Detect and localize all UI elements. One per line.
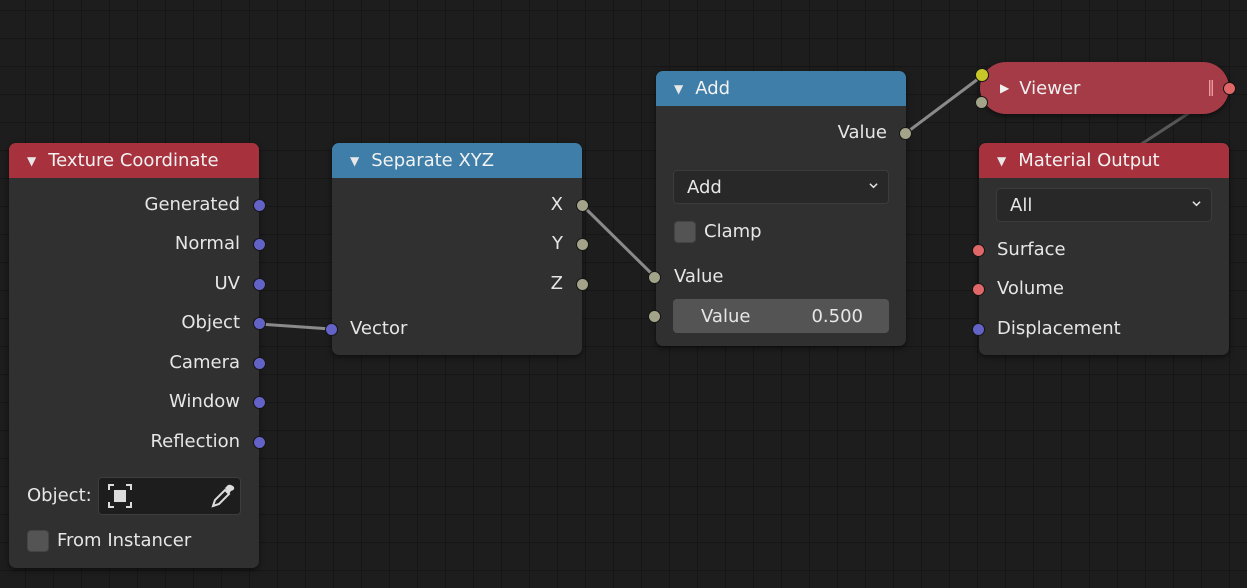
input-label-vector: Vector	[350, 318, 408, 339]
socket-uv[interactable]	[253, 278, 266, 291]
output-label-camera: Camera	[169, 352, 240, 373]
output-label-value: Value	[837, 122, 887, 143]
node-title: Material Output	[1018, 150, 1160, 171]
material-output-node[interactable]: ▼ Material Output All Surface Volume Dis…	[979, 143, 1229, 355]
collapse-triangle-icon[interactable]: ▼	[997, 154, 1006, 168]
output-label-z: Z	[550, 273, 563, 294]
object-field-label: Object:	[27, 485, 92, 506]
operation-dropdown[interactable]: Add	[673, 170, 889, 204]
socket-displacement[interactable]	[972, 323, 985, 336]
input-label-value: Value	[674, 266, 724, 287]
separate-xyz-header[interactable]: ▼ Separate XYZ	[332, 143, 582, 178]
socket-y[interactable]	[576, 238, 589, 251]
from-instancer-checkbox[interactable]	[27, 530, 49, 552]
output-label-uv: UV	[214, 273, 241, 294]
output-label-generated: Generated	[144, 194, 241, 215]
node-title: Viewer	[1019, 77, 1081, 99]
socket-x[interactable]	[576, 199, 589, 212]
collapse-triangle-icon[interactable]: ▼	[27, 154, 36, 168]
socket-object[interactable]	[253, 317, 266, 330]
output-label-object: Object	[181, 312, 240, 333]
add-math-node[interactable]: ▼ Add Value Add Clamp Value Value 0.500	[656, 71, 906, 346]
wire-value-to-viewer	[905, 74, 983, 135]
object-select-icon	[108, 484, 132, 508]
value-number-field[interactable]: Value 0.500	[673, 299, 889, 333]
input-label-displacement: Displacement	[997, 318, 1121, 339]
socket-viewer-output[interactable]	[1223, 82, 1236, 95]
socket-volume[interactable]	[972, 283, 985, 296]
output-label-x: X	[550, 194, 563, 215]
socket-surface[interactable]	[972, 244, 985, 257]
clamp-checkbox[interactable]	[674, 221, 696, 243]
node-title: Separate XYZ	[371, 150, 495, 171]
target-dropdown[interactable]: All	[996, 188, 1212, 222]
node-title: Texture Coordinate	[48, 150, 219, 171]
socket-add-input-value-1[interactable]	[648, 271, 661, 284]
socket-viewer-input-1[interactable]	[975, 68, 989, 82]
socket-z[interactable]	[576, 278, 589, 291]
collapse-triangle-icon[interactable]: ▼	[674, 82, 683, 96]
socket-generated[interactable]	[253, 199, 266, 212]
output-label-window: Window	[169, 391, 240, 412]
node-title: Add	[695, 78, 731, 99]
socket-add-input-value-2[interactable]	[648, 310, 661, 323]
wire-object-to-vector	[258, 322, 332, 331]
texture-coordinate-node[interactable]: ▼ Texture Coordinate Generated Normal UV…	[9, 143, 259, 568]
output-label-reflection: Reflection	[150, 431, 240, 452]
add-header[interactable]: ▼ Add	[656, 71, 906, 106]
chevron-down-icon	[869, 183, 878, 189]
viewer-node[interactable]: ▶ Viewer ‖	[980, 62, 1229, 114]
socket-normal[interactable]	[253, 238, 266, 251]
socket-vector-input[interactable]	[325, 323, 338, 336]
target-value: All	[1010, 194, 1033, 216]
socket-add-output-value[interactable]	[899, 127, 912, 140]
collapse-triangle-icon[interactable]: ▼	[350, 154, 359, 168]
value-field-number: 0.500	[811, 305, 863, 327]
chevron-down-icon	[1192, 201, 1201, 207]
reroute-handle-icon: ‖	[1207, 77, 1215, 96]
separate-xyz-node[interactable]: ▼ Separate XYZ X Y Z Vector	[332, 143, 582, 355]
object-picker-field[interactable]	[98, 477, 241, 515]
output-label-normal: Normal	[174, 233, 240, 254]
value-field-label: Value	[701, 305, 751, 327]
socket-window[interactable]	[253, 396, 266, 409]
expand-triangle-icon[interactable]: ▶	[1000, 81, 1009, 95]
socket-reflection[interactable]	[253, 436, 266, 449]
texture-coordinate-header[interactable]: ▼ Texture Coordinate	[9, 143, 259, 178]
wire-x-to-value	[580, 203, 657, 279]
input-label-surface: Surface	[997, 239, 1066, 260]
clamp-label: Clamp	[704, 221, 762, 242]
socket-viewer-input-2[interactable]	[975, 96, 988, 109]
eyedropper-icon[interactable]	[210, 483, 236, 509]
input-label-volume: Volume	[997, 278, 1064, 299]
operation-value: Add	[687, 176, 722, 198]
material-output-header[interactable]: ▼ Material Output	[979, 143, 1229, 178]
socket-camera[interactable]	[253, 357, 266, 370]
from-instancer-label: From Instancer	[57, 530, 192, 551]
output-label-y: Y	[552, 233, 563, 254]
